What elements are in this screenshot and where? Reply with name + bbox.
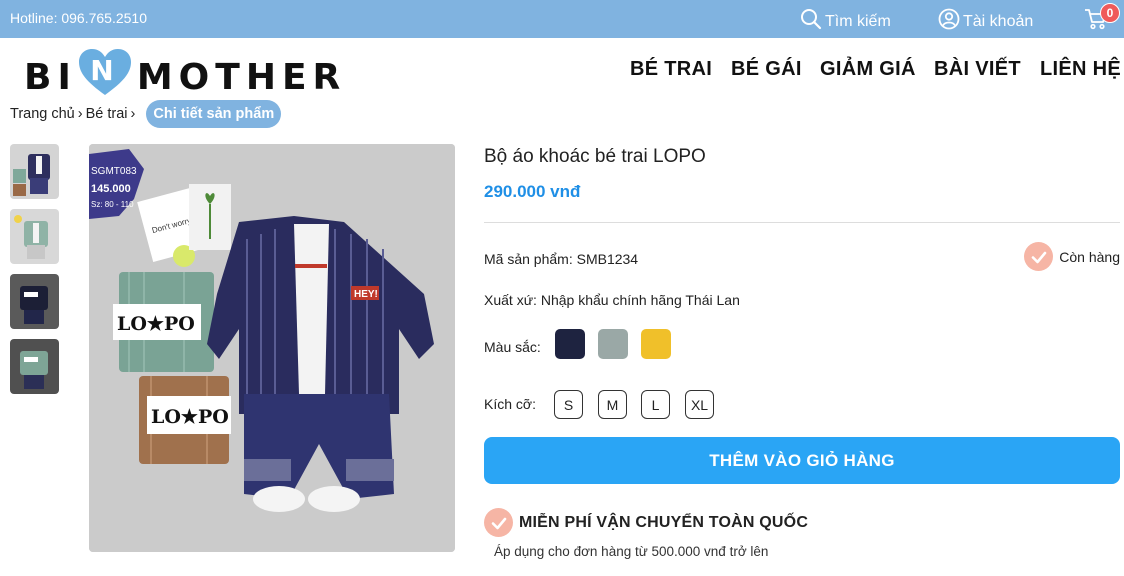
size-option-m[interactable]: M: [598, 390, 627, 419]
size-option-xl[interactable]: XL: [685, 390, 714, 419]
account-link[interactable]: Tài khoản: [938, 8, 1033, 35]
nav-item-be-gai[interactable]: BÉ GÁI: [731, 58, 802, 81]
check-icon: [484, 508, 513, 537]
breadcrumb-category[interactable]: Bé trai: [86, 106, 128, 122]
tag-price: 145.000: [91, 183, 131, 195]
divider: [484, 222, 1120, 223]
shipping-title: MIỄN PHÍ VẬN CHUYỂN TOÀN QUỐC: [519, 513, 809, 531]
cart-count-badge: 0: [1100, 3, 1120, 23]
sku-value: SMB1234: [576, 251, 639, 267]
top-bar: Hotline: 096.765.2510 Tìm kiếm Tài khoản…: [0, 0, 1124, 38]
thumbnail-1[interactable]: [10, 144, 59, 199]
tag-code: SGMT083: [91, 166, 137, 177]
stock-label: Còn hàng: [1059, 248, 1120, 265]
sku-row: Mã sản phẩm: SMB1234: [484, 251, 638, 267]
color-swatch-yellow[interactable]: [641, 329, 671, 359]
breadcrumb-separator: ›: [130, 106, 136, 122]
origin-row: Xuất xứ: Nhập khẩu chính hãng Thái Lan: [484, 292, 740, 308]
sku-label: Mã sản phẩm:: [484, 251, 573, 267]
brand-label-2: LO★PO: [151, 406, 229, 428]
color-label: Màu sắc:: [484, 339, 541, 355]
account-label: Tài khoản: [963, 12, 1034, 30]
origin-label: Xuất xứ:: [484, 292, 537, 308]
shipping-note: Áp dụng cho đơn hàng từ 500.000 vnđ trở …: [494, 544, 769, 559]
brand-label-1: LO★PO: [117, 313, 195, 335]
account-icon: [938, 8, 960, 35]
nav-item-be-trai[interactable]: BÉ TRAI: [630, 58, 712, 81]
breadcrumb-home[interactable]: Trang chủ: [10, 106, 75, 122]
tag-size: Sz: 80 - 110: [91, 200, 134, 209]
thumbnail-list: [10, 144, 59, 404]
stock-status: Còn hàng: [1024, 242, 1120, 271]
breadcrumb-current: Chi tiết sản phẩm: [146, 100, 282, 128]
product-price: 290.000 vnđ: [484, 182, 581, 201]
search-label: Tìm kiếm: [825, 12, 891, 30]
nav-item-bai-viet[interactable]: BÀI VIẾT: [934, 58, 1021, 81]
product-main-image[interactable]: SGMT083 145.000 Sz: 80 - 110 Don't worry…: [89, 144, 455, 552]
thumbnail-2[interactable]: [10, 209, 59, 264]
color-swatch-grey-green[interactable]: [598, 329, 628, 359]
search-icon: [800, 8, 822, 35]
size-label: Kích cỡ:: [484, 396, 536, 412]
logo-heart-letter: N: [90, 54, 119, 87]
breadcrumb: Trang chủ › Bé trai › Chi tiết sản phẩm: [10, 98, 282, 130]
breadcrumb-separator: ›: [77, 106, 83, 122]
patch-text: HEY!: [354, 289, 378, 300]
logo-text-right: MOTHER: [136, 57, 347, 98]
check-icon: [1024, 242, 1054, 271]
shipping-banner: MIỄN PHÍ VẬN CHUYỂN TOÀN QUỐC: [484, 508, 808, 537]
origin-value: Nhập khẩu chính hãng Thái Lan: [540, 292, 740, 308]
logo-text-left: BI: [24, 57, 77, 98]
size-option-s[interactable]: S: [554, 390, 583, 419]
nav-item-giam-gia[interactable]: GIẢM GIÁ: [820, 58, 916, 81]
product-info: Bộ áo khoác bé trai LOPO 290.000 vnđ Mã …: [484, 146, 1120, 559]
site-header: BI N MOTHER BÉ TRAI BÉ GÁI GIẢM GIÁ BÀI …: [0, 38, 1124, 100]
hotline-text: Hotline: 096.765.2510: [10, 10, 147, 26]
add-to-cart-button[interactable]: THÊM VÀO GIỎ HÀNG: [484, 437, 1120, 484]
thumbnail-3[interactable]: [10, 274, 59, 329]
nav-item-lien-he[interactable]: LIÊN HỆ: [1040, 58, 1121, 81]
size-option-l[interactable]: L: [641, 390, 670, 419]
thumbnail-4[interactable]: [10, 339, 59, 394]
color-swatch-navy[interactable]: [555, 329, 585, 359]
product-title: Bộ áo khoác bé trai LOPO: [484, 146, 706, 167]
search-link[interactable]: Tìm kiếm: [800, 8, 891, 35]
